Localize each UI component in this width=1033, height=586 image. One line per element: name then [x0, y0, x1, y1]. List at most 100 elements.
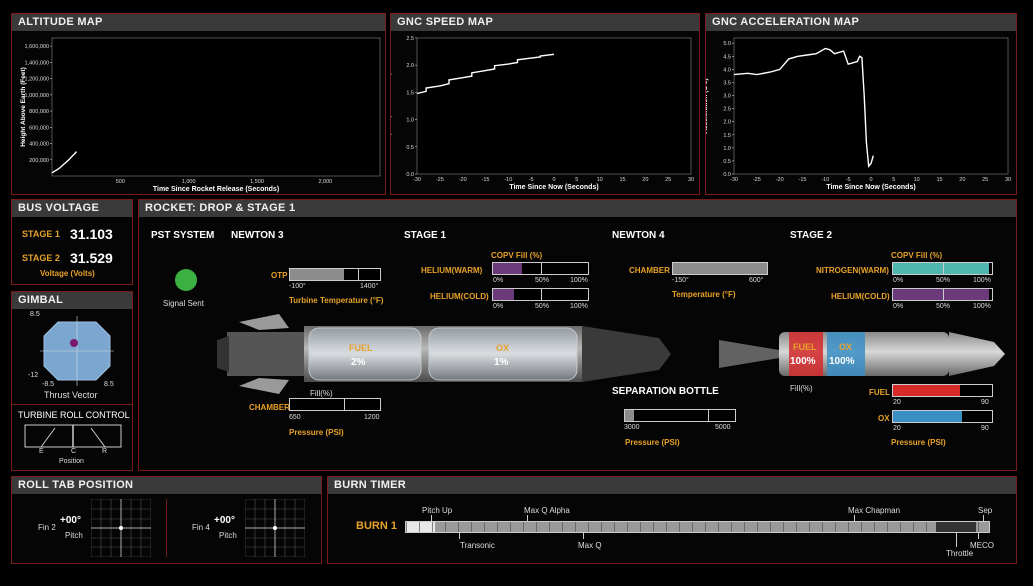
x-axis-label: Time Since Rocket Release (Seconds) — [153, 186, 279, 193]
event-pitch-up: Pitch Up — [422, 506, 453, 515]
y-tick-label: 0.5 — [406, 145, 414, 151]
stage2-pressure-caption: Pressure (PSI) — [891, 438, 946, 447]
plot-area — [416, 37, 692, 175]
rocket-graphic — [217, 314, 1005, 394]
speed-chart: 0.00.51.01.52.02.5-30 -25 -20 -15 -10 -5 0 5 10 1… — [391, 36, 694, 191]
stage1-helium-warm-fill — [493, 263, 522, 274]
stage2-helium-cold-fill — [893, 289, 990, 300]
stage2-fuel-p-min: 20 — [893, 399, 901, 406]
x-tick-label: -15 — [482, 177, 490, 183]
newton3-title: NEWTON 3 — [231, 230, 284, 241]
newton4-chamber-gauge — [672, 262, 768, 275]
gimbal-y-top: 8.5 — [30, 311, 40, 318]
event-max-q: Max Q — [578, 541, 602, 550]
roll-tab-panel: ROLL TAB POSITION Fin 2 +00° Pitch Fin 4… — [11, 476, 322, 564]
burn-progress-bar — [405, 521, 990, 533]
stage2-ox-tank-value: 100% — [829, 356, 855, 367]
x-tick-label: -10 — [821, 177, 829, 183]
stage1-fuel-tank — [308, 327, 422, 381]
stage2-nitrogen-gauge — [892, 262, 993, 275]
stage2-fuel-tank — [789, 332, 823, 376]
x-tick-label: 20 — [642, 177, 648, 183]
stage1-fuel-tank-value: 2% — [351, 357, 366, 368]
stage1-warm-tick-0: 0% — [493, 277, 504, 284]
x-tick-label: 5 — [892, 177, 895, 183]
stage2-cold-tick-0: 0% — [893, 303, 904, 310]
accel-map-title: GNC ACCELERATION MAP — [706, 14, 1016, 31]
x-tick-label: -30 — [413, 177, 421, 183]
x-tick-label: 25 — [665, 177, 671, 183]
newton3-chamber-caption: Pressure (PSI) — [289, 428, 344, 437]
stage2-copv-caption: COPV Fill (%) — [891, 251, 943, 260]
signal-sent-label: Signal Sent — [163, 299, 204, 308]
turbine-position-caption: Position — [59, 458, 84, 465]
fin2-marker — [119, 526, 123, 530]
y-tick-label: 400,000 — [29, 142, 49, 148]
y-tick-label: 3.5 — [723, 80, 731, 86]
stage1-cold-tick-100: 100% — [570, 303, 588, 310]
stage2-nitrogen-tick-100: 100% — [973, 277, 991, 284]
event-throttle: Throttle — [946, 549, 974, 558]
rocket-stage1-cone — [582, 326, 671, 382]
separation-bottle-gauge — [624, 409, 736, 422]
gimbal-title: GIMBAL — [12, 292, 132, 309]
turbine-roll-title: TURBINE ROLL CONTROL — [18, 410, 130, 420]
turbine-r-label: R — [102, 448, 108, 455]
x-tick-label: 10 — [914, 177, 920, 183]
newton3-chamber-max: 1200 — [364, 414, 380, 421]
stage2-ox-tank-label: OX — [839, 342, 853, 352]
x-axis-label: Time Since Now (Seconds) — [509, 184, 598, 191]
y-axis-label: Height Above Earth (Feet) — [20, 67, 27, 147]
separation-bottle-fill — [625, 410, 634, 421]
stage1-helium-cold-fill — [493, 289, 514, 300]
newton3-chamber-label: CHAMBER — [249, 403, 290, 412]
y-tick-label: 2.0 — [723, 120, 731, 126]
fin2-value: +00° — [60, 515, 81, 526]
y-tick-label: 1,200,000 — [25, 77, 49, 83]
newton4-chamber-label: CHAMBER — [629, 266, 670, 275]
stage2-fuel-pressure-fill — [893, 385, 961, 396]
turbine-c-label: C — [71, 448, 77, 455]
event-max-q-alpha: Max Q Alpha — [524, 506, 570, 515]
newton4-chamber-min: -150° — [672, 277, 689, 284]
speed-map-title: GNC SPEED MAP — [391, 14, 699, 31]
stage2-fuel-tank-value: 100% — [790, 356, 816, 367]
y-tick-label: 1.5 — [406, 90, 414, 96]
newton3-chamber-gauge — [289, 398, 381, 411]
x-tick-label: 5 — [575, 177, 578, 183]
x-axis-label: Time Since Now (Seconds) — [826, 184, 915, 191]
x-tick-label: -5 — [529, 177, 534, 183]
stage2-ox-p-min: 20 — [893, 425, 901, 432]
rocket-stage2-nose — [949, 332, 1005, 376]
stage2-fuel-tank-label: FUEL — [793, 342, 817, 352]
y-tick-label: 4.5 — [723, 54, 731, 60]
event-meco: MECO — [970, 541, 994, 550]
x-tick-label: -25 — [753, 177, 761, 183]
newton3-fill-caption: Fill(%) — [310, 389, 333, 398]
thrust-vector-marker — [70, 339, 78, 347]
x-tick-label: 0 — [552, 177, 555, 183]
fin4-label: Fin 4 — [192, 523, 210, 532]
otp-min: -100° — [289, 283, 306, 290]
x-tick-label: 20 — [959, 177, 965, 183]
x-tick-label: 30 — [1005, 177, 1011, 183]
x-tick-label: -10 — [504, 177, 512, 183]
stage1-ox-tank-value: 1% — [494, 357, 509, 368]
x-tick-label: -25 — [436, 177, 444, 183]
stage1-cold-tick-0: 0% — [493, 303, 504, 310]
separation-bottle-title: SEPARATION BOTTLE — [612, 386, 719, 397]
speed-map-panel: GNC SPEED MAP 0.0 0.5 1.0 1.5 2.0 2.5 -30 -25 -2… — [390, 13, 700, 195]
newton3-chamber-min: 650 — [289, 414, 301, 421]
stage1-helium-warm-label: HELIUM(WARM) — [421, 266, 483, 275]
stage2-nitrogen-tick-0: 0% — [893, 277, 904, 284]
newton4-chamber-max: 600° — [749, 277, 764, 284]
altitude-map-panel: ALTITUDE MAP 200,000 400,000 600,000 800,00… — [11, 13, 386, 195]
rocket-nozzle-left — [217, 336, 229, 372]
separation-bottle-caption: Pressure (PSI) — [625, 438, 680, 447]
stage1-ox-tank — [428, 327, 578, 381]
y-tick-label: 1,600,000 — [25, 44, 49, 50]
otp-gauge — [289, 268, 381, 281]
stage2-fuel-p-max: 90 — [981, 399, 989, 406]
y-tick-label: 200,000 — [29, 158, 49, 164]
x-tick-label: -30 — [730, 177, 738, 183]
